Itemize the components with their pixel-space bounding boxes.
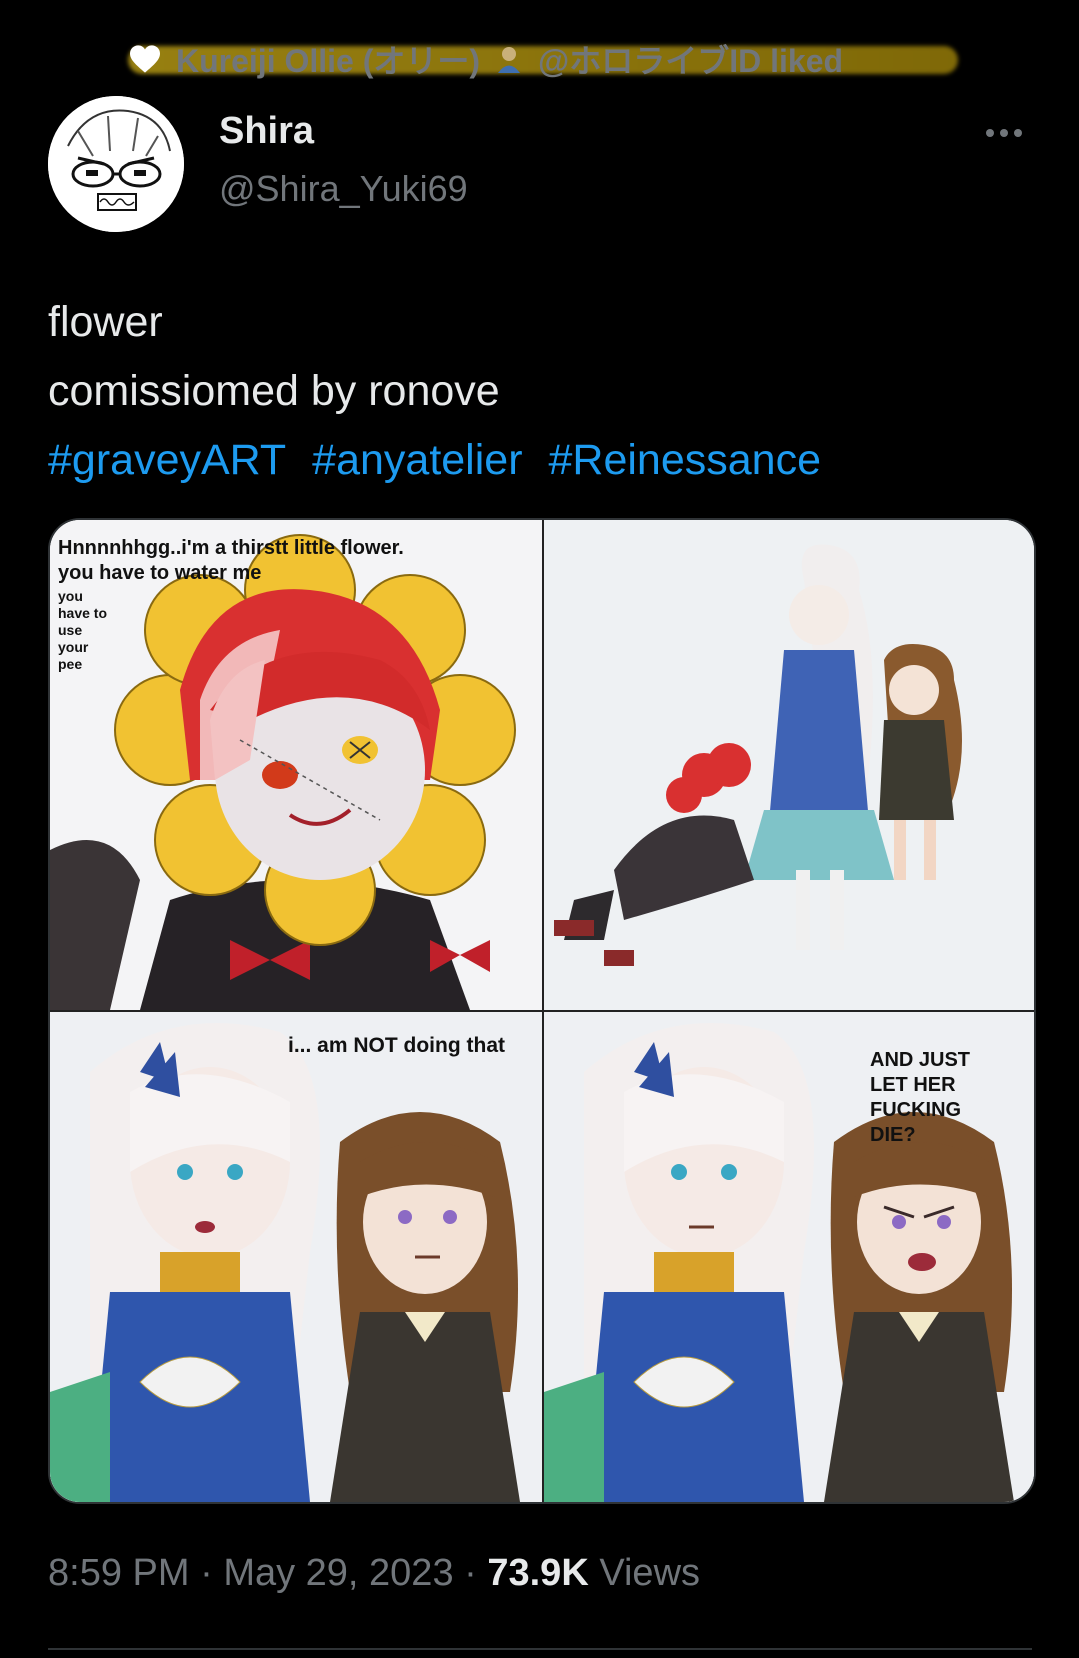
reine-anya-illustration-1: [50, 1012, 542, 1502]
tweet-time[interactable]: 8:59 PM: [48, 1552, 190, 1594]
liked-suffix: @ホロライブID liked: [538, 43, 844, 79]
tweet-timestamp[interactable]: 8:59 PM · May 29, 2023 · 73.9K Views: [48, 1552, 700, 1595]
panel-3-caption: i... am NOT doing that: [288, 1034, 505, 1057]
comic-panel-3: i... am NOT doing that: [50, 1012, 542, 1502]
panel-1-small-caption: you have to use your pee: [58, 588, 108, 672]
dot: [986, 129, 994, 137]
hashtag-link[interactable]: #graveyART: [48, 436, 286, 484]
comic-panel-1: Hnnnnhhgg..i'm a thirstt little flower. …: [50, 520, 542, 1010]
panel-divider: [50, 1010, 1034, 1012]
tweet-text: flower comissiomed by ronove #graveyART …: [48, 288, 835, 495]
comic-panel-4: AND JUST LET HER FUCKING DIE?: [544, 1012, 1034, 1502]
more-options-icon[interactable]: [986, 116, 1030, 150]
tweet-date[interactable]: May 29, 2023: [223, 1552, 453, 1594]
dot: [1014, 129, 1022, 137]
liked-by-name[interactable]: Kureiji Ollie (オリー): [176, 36, 480, 82]
separator: ·: [464, 1552, 477, 1594]
heart-icon: [130, 45, 160, 73]
dot: [1000, 129, 1008, 137]
separator: ·: [200, 1552, 213, 1594]
hashtag-link[interactable]: #Reinessance: [548, 436, 821, 484]
panel-4-caption: AND JUST LET HER FUCKING DIE?: [870, 1049, 971, 1146]
author-handle[interactable]: @Shira_Yuki69: [219, 168, 468, 210]
standing-girls-illustration: [544, 520, 1034, 1010]
avatar[interactable]: [48, 96, 184, 232]
author-display-name[interactable]: Shira: [219, 110, 314, 153]
avatar-drawing: [48, 96, 184, 232]
social-context[interactable]: Kureiji Ollie (オリー) @ホロライブID liked: [128, 38, 958, 80]
views-label: Views: [599, 1552, 701, 1594]
divider: [48, 1648, 1032, 1650]
hashtag-link[interactable]: #anyatelier: [312, 436, 522, 484]
hashtag-row: #graveyART #anyatelier #Reinessance: [48, 426, 835, 495]
media-comic[interactable]: Hnnnnhhgg..i'm a thirstt little flower. …: [48, 518, 1036, 1504]
tweet-line-2: comissiomed by ronove: [48, 367, 500, 415]
tweet-line-1: flower: [48, 298, 163, 346]
comic-panel-2: [544, 520, 1034, 1010]
person-emoji-icon: [498, 47, 521, 73]
flower-girl-illustration: [50, 520, 542, 1010]
views-count: 73.9K: [487, 1552, 589, 1594]
panel-1-caption: Hnnnnhhgg..i'm a thirstt little flower. …: [58, 537, 404, 584]
